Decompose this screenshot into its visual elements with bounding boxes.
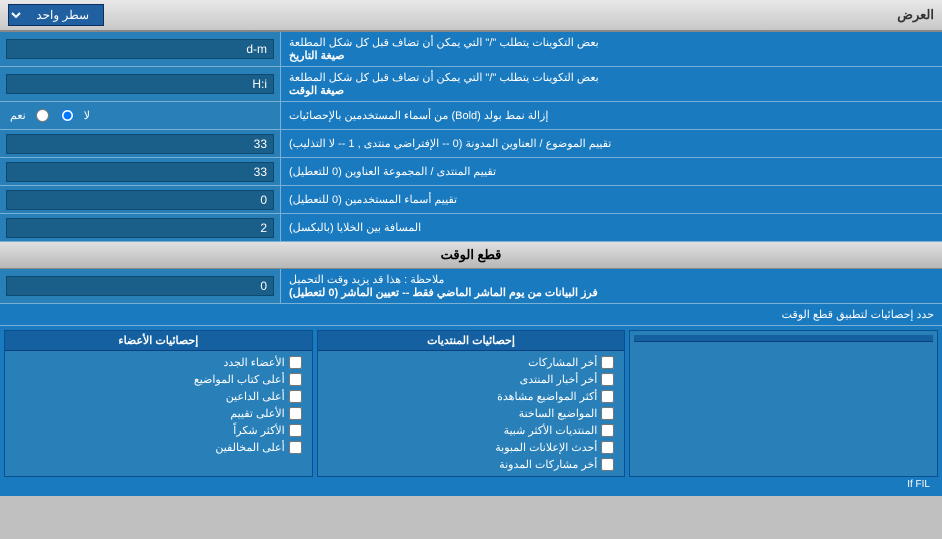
page-title: العرض xyxy=(104,7,934,23)
checkbox-member-2[interactable] xyxy=(289,390,302,403)
checkbox-forum-0[interactable] xyxy=(601,356,614,369)
checkbox-member-5[interactable] xyxy=(289,441,302,454)
time-format-label: صيغة الوقت xyxy=(289,84,344,97)
users-order-input[interactable] xyxy=(6,190,274,210)
checkbox-member-1[interactable] xyxy=(289,373,302,386)
checkbox-member-3[interactable] xyxy=(289,407,302,420)
date-format-input[interactable] xyxy=(6,39,274,59)
realtime-input[interactable] xyxy=(6,276,274,296)
cell-spacing-label: المسافة بين الخلايا (بالبكسل) xyxy=(289,221,421,234)
bold-remove-label: إزالة نمط بولد (Bold) من أسماء المستخدمي… xyxy=(289,109,548,122)
radio-yes[interactable] xyxy=(36,109,49,122)
topics-order-label: تقييم الموضوع / العناوين المدونة (0 -- ا… xyxy=(289,137,611,150)
forum-stats-col: إحصائيات المنتديات أخر المشاركات أخر أخب… xyxy=(317,330,626,477)
checkbox-forum-4[interactable] xyxy=(601,424,614,437)
users-order-label: تقييم أسماء المستخدمين (0 للتعطيل) xyxy=(289,193,457,206)
member-stats-header: إحصائيات الأعضاء xyxy=(5,331,312,351)
checkbox-forum-5[interactable] xyxy=(601,441,614,454)
topics-order-input[interactable] xyxy=(6,134,274,154)
forum-order-label: تقييم المنتدى / المجموعة العناوين (0 للت… xyxy=(289,165,496,178)
checkbox-member-0[interactable] xyxy=(289,356,302,369)
forum-order-input[interactable] xyxy=(6,162,274,182)
checkbox-forum-2[interactable] xyxy=(601,390,614,403)
display-select[interactable]: سطر واحد سطرين ثلاثة أسطر xyxy=(8,4,104,26)
realtime-label: فرز البيانات من يوم الماشر الماضي فقط --… xyxy=(289,286,598,299)
time-format-sublabel: بعض التكوينات يتطلب "/" التي يمكن أن تضا… xyxy=(289,71,599,84)
stats-empty-header xyxy=(634,335,933,342)
date-format-label: صيغة التاريخ xyxy=(289,49,344,62)
radio-no[interactable] xyxy=(61,109,74,122)
if-fil-note: If FIL xyxy=(4,477,938,492)
time-format-input[interactable] xyxy=(6,74,274,94)
radio-yes-label: نعم xyxy=(10,109,26,122)
realtime-sublabel: ملاحظة : هذا قد يزيد وقت التحميل xyxy=(289,273,444,286)
member-stats-col: إحصائيات الأعضاء الأعضاء الجدد أعلى كتاب… xyxy=(4,330,313,477)
checkbox-member-4[interactable] xyxy=(289,424,302,437)
date-format-sublabel: بعض التكوينات يتطلب "/" التي يمكن أن تضا… xyxy=(289,36,599,49)
checkbox-forum-3[interactable] xyxy=(601,407,614,420)
realtime-section-header: قطع الوقت xyxy=(0,242,942,269)
checkbox-forum-6[interactable] xyxy=(601,458,614,471)
radio-no-label: لا xyxy=(84,109,90,122)
apply-label: حدد إحصائيات لتطبيق قطع الوقت xyxy=(0,304,942,326)
checkbox-forum-1[interactable] xyxy=(601,373,614,386)
forum-stats-header: إحصائيات المنتديات xyxy=(318,331,625,351)
cell-spacing-input[interactable] xyxy=(6,218,274,238)
